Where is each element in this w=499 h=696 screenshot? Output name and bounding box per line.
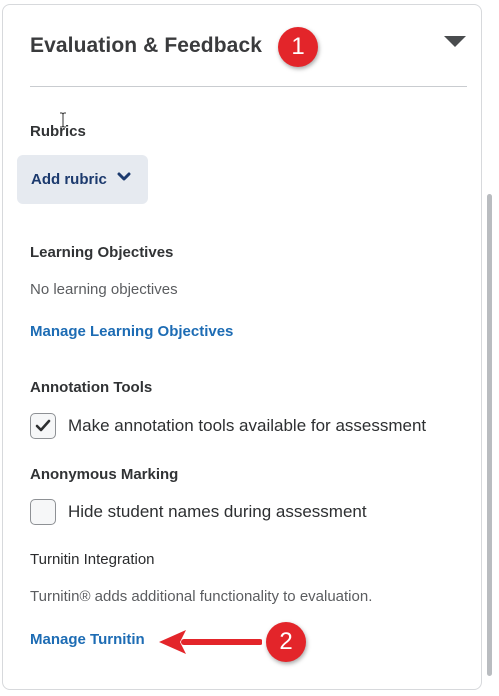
- red-arrow-icon: [159, 630, 262, 654]
- turnitin-integration-label: Turnitin Integration: [30, 551, 155, 568]
- turnitin-description: Turnitin® adds additional functionality …: [30, 588, 373, 605]
- anonymous-marking-checkbox-label[interactable]: Hide student names during assessment: [68, 502, 367, 522]
- annotation-tools-label: Annotation Tools: [30, 379, 153, 396]
- chevron-down-icon: [117, 172, 131, 181]
- checkmark-icon: [35, 419, 51, 432]
- rubrics-label: Rubrics: [30, 123, 86, 140]
- manage-learning-objectives-link[interactable]: Manage Learning Objectives: [30, 323, 233, 340]
- scrollbar-thumb[interactable]: [487, 194, 492, 676]
- anonymous-marking-label: Anonymous Marking: [30, 466, 179, 483]
- add-rubric-label: Add rubric: [31, 171, 107, 188]
- add-rubric-button[interactable]: Add rubric: [17, 155, 148, 204]
- panel-title: Evaluation & Feedback: [30, 34, 263, 57]
- header-divider: [30, 86, 467, 87]
- no-learning-objectives-text: No learning objectives: [30, 281, 178, 298]
- learning-objectives-label: Learning Objectives: [30, 244, 174, 261]
- caret-down-icon[interactable]: [444, 36, 466, 47]
- anonymous-marking-checkbox[interactable]: [30, 499, 56, 525]
- annotation-tools-checkbox-label[interactable]: Make annotation tools available for asse…: [68, 416, 426, 436]
- annotation-badge-2: 2: [266, 622, 306, 662]
- manage-turnitin-link[interactable]: Manage Turnitin: [30, 631, 145, 648]
- annotation-tools-checkbox[interactable]: [30, 413, 56, 439]
- annotation-badge-1: 1: [278, 27, 318, 67]
